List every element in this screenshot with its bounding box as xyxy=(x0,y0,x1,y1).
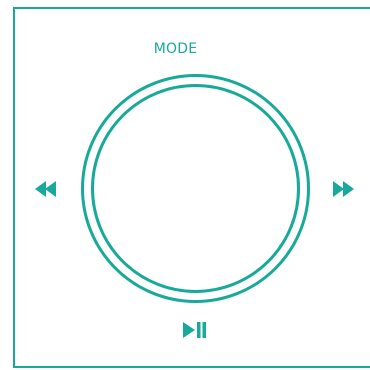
dial-inner-ring[interactable] xyxy=(91,84,300,293)
rewind-icon[interactable] xyxy=(35,181,59,197)
mode-button[interactable]: MODE xyxy=(0,41,351,57)
play-pause-icon[interactable] xyxy=(183,322,207,338)
fast-forward-icon[interactable] xyxy=(333,181,357,197)
